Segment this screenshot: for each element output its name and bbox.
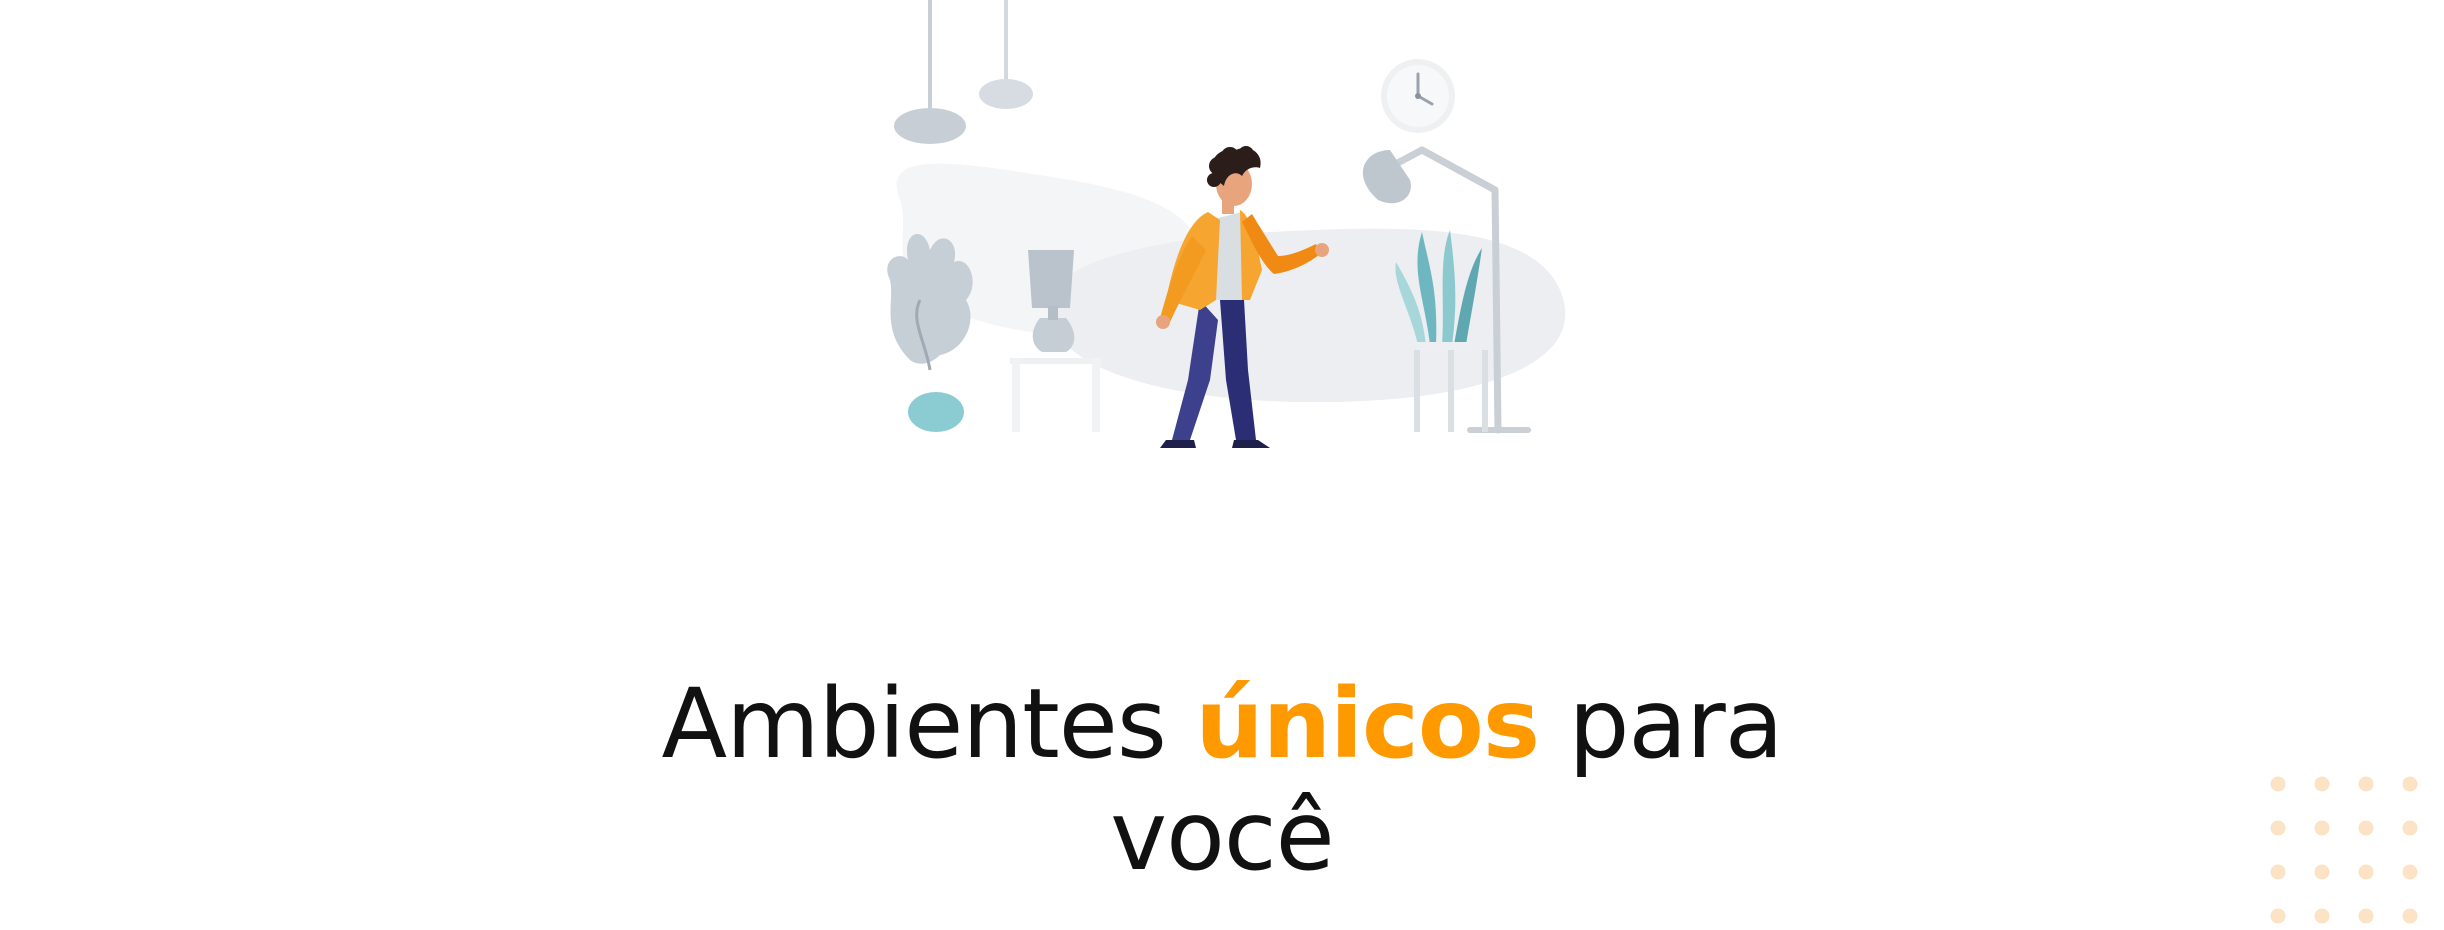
decor-dot (2270, 776, 2286, 792)
decor-dot (2314, 776, 2330, 792)
clock-icon (1381, 59, 1455, 133)
decor-dot (2358, 820, 2374, 836)
decor-dot (2402, 820, 2418, 836)
hanging-lamps-icon (894, 0, 1033, 144)
decor-dot (2270, 864, 2286, 880)
headline-suffix-2: você (1110, 780, 1334, 892)
decor-dot (2270, 908, 2286, 924)
decor-dot (2358, 776, 2374, 792)
decor-dot (2402, 864, 2418, 880)
decor-dot (2314, 864, 2330, 880)
dot-grid-decoration (2270, 776, 2418, 924)
decor-dot (2358, 908, 2374, 924)
decor-dot (2402, 776, 2418, 792)
decor-dot (2358, 864, 2374, 880)
headline-highlight: únicos (1195, 668, 1540, 780)
hero-headline: Ambientes únicos para você (0, 668, 2444, 892)
hero-illustration (887, 0, 1566, 448)
decor-dot (2314, 908, 2330, 924)
decor-dot (2402, 908, 2418, 924)
decor-dot (2314, 820, 2330, 836)
shrub-icon (887, 233, 973, 432)
decor-dot (2270, 820, 2286, 836)
headline-prefix: Ambientes (661, 668, 1196, 780)
headline-suffix-1: para (1538, 668, 1783, 780)
